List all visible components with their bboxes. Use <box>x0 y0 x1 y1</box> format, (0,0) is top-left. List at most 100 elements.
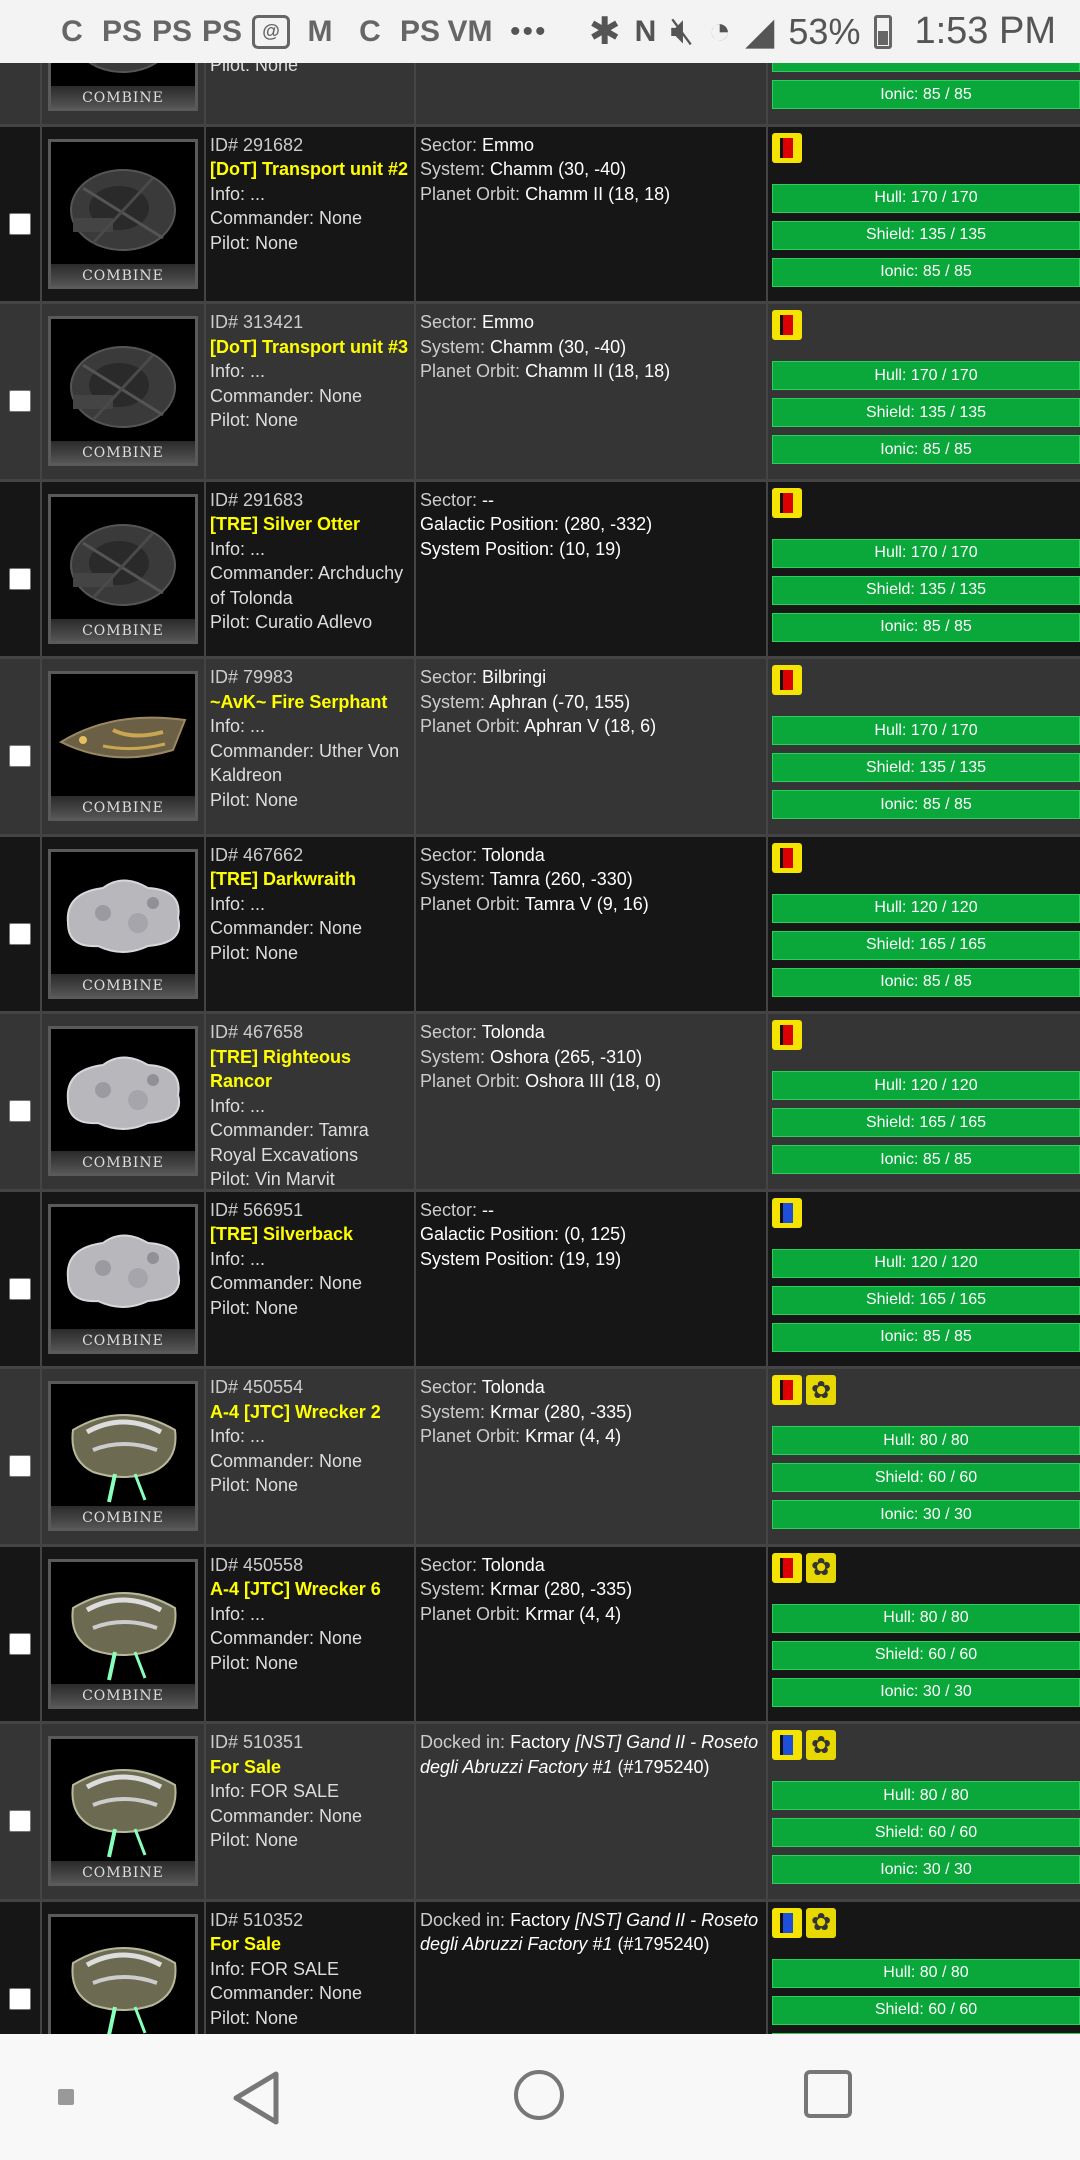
ship-stats-cell: ✿Hull: 80 / 80Shield: 60 / 60Ionic: 30 /… <box>768 1902 1080 2034</box>
planet-line: Planet Orbit: Aphran V (18, 6) <box>420 714 762 739</box>
system-label: System: <box>420 691 486 712</box>
planet-coords: (4, 4) <box>579 1426 622 1446</box>
door-closed-icon[interactable] <box>772 1552 802 1583</box>
ship-thumbnail[interactable]: COMBINE <box>48 316 198 467</box>
home-button[interactable] <box>514 2070 564 2120</box>
brand-label: COMBINE <box>82 622 164 639</box>
planet-coords: (4, 4) <box>579 1603 622 1624</box>
select-checkbox[interactable] <box>9 1987 31 2010</box>
ship-name-link[interactable]: For Sale <box>210 1932 410 1957</box>
brand-label: COMBINE <box>82 267 164 284</box>
ship-row[interactable]: COMBINE ID# 79983 ~AvK~ Fire Serphant Info:… <box>0 659 1080 837</box>
ship-thumbnail[interactable]: COMBINE <box>48 848 198 999</box>
select-checkbox[interactable] <box>9 1455 31 1478</box>
sector-line: Sector: Tolonda <box>420 1375 762 1400</box>
ship-thumbnail[interactable]: COMBINE <box>48 63 198 112</box>
hull-bar: Hull: 170 / 170 <box>772 716 1080 745</box>
battery-icon <box>874 14 893 49</box>
recents-button[interactable] <box>804 2070 852 2118</box>
ship-row[interactable]: COMBINE ID# 291681[DoT] Transport unit #1… <box>0 63 1080 127</box>
ship-row[interactable]: COMBINE ID# 450554 A-4 [JTC] Wrecker 2 Info… <box>0 1369 1080 1547</box>
door-closed-icon[interactable] <box>772 132 802 163</box>
ship-row[interactable]: COMBINE ID# 467662 [TRE] Darkwraith Info: .… <box>0 836 1080 1014</box>
select-checkbox[interactable] <box>9 1100 31 1123</box>
ship-name-link[interactable]: [TRE] Righteous Rancor <box>210 1045 410 1094</box>
door-open-icon[interactable] <box>772 1907 802 1938</box>
sector-value: Tolonda <box>481 1554 545 1575</box>
ship-row[interactable]: COMBINE ID# 450558 A-4 [JTC] Wrecker 6 Info… <box>0 1546 1080 1724</box>
sector-value: -- <box>482 1199 495 1220</box>
hull-bar: Hull: 170 / 170 <box>772 361 1080 390</box>
ship-pilot: Pilot: None <box>210 1297 299 1318</box>
door-open-icon[interactable] <box>772 1197 802 1228</box>
factory-label: Factory <box>510 1732 571 1752</box>
select-checkbox[interactable] <box>9 1632 31 1655</box>
ship-thumbnail[interactable]: COMBINE <box>48 1026 198 1177</box>
ship-row[interactable]: COMBINE ID# 510351 For Sale Info: FOR SALE C… <box>0 1724 1080 1902</box>
ship-row[interactable]: COMBINE ID# 566951 [TRE] Silverback Info: .… <box>0 1191 1080 1369</box>
door-closed-icon[interactable] <box>772 1375 802 1405</box>
ship-name-link[interactable]: [TRE] Silverback <box>210 1222 410 1247</box>
factory-icon[interactable]: ✿ <box>806 1552 836 1583</box>
select-checkbox[interactable] <box>9 567 31 590</box>
ship-row[interactable]: COMBINE ID# 510352For SaleInfo: FOR SALE C… <box>0 1901 1080 2034</box>
ionic-bar: Ionic: 30 / 30 <box>772 1855 1080 1884</box>
ship-name-link[interactable]: For Sale <box>210 1755 410 1780</box>
ship-info-cell: ID# 313421 [DoT] Transport unit #3 Info: .… <box>206 304 416 479</box>
system-line: System: Krmar (280, -335) <box>420 1577 762 1602</box>
ship-commander: Commander: None <box>210 918 363 938</box>
select-checkbox[interactable] <box>9 212 31 235</box>
menu-dot-icon[interactable] <box>58 2089 74 2105</box>
ship-action-icons <box>772 310 1080 346</box>
ship-thumbnail[interactable]: COMBINE <box>48 1736 198 1887</box>
select-checkbox[interactable] <box>9 1810 31 1833</box>
ship-name-link[interactable]: ~AvK~ Fire Serphant <box>210 690 410 715</box>
ship-info-cell: ID# 291681[DoT] Transport unit #1Info: .… <box>206 63 416 124</box>
ship-thumbnail[interactable]: COMBINE <box>48 138 198 289</box>
ship-thumbnail[interactable]: COMBINE <box>48 1203 198 1354</box>
door-closed-icon[interactable] <box>772 487 802 518</box>
ship-thumbnail[interactable]: COMBINE <box>48 671 198 822</box>
ship-name-link[interactable]: [TRE] Silver Otter <box>210 512 410 537</box>
ship-name-link[interactable]: [DoT] Transport unit #3 <box>210 335 410 360</box>
ship-name-link[interactable]: A-4 [JTC] Wrecker 6 <box>210 1577 410 1602</box>
ship-name-link[interactable]: [DoT] Transport unit #2 <box>210 157 410 182</box>
ship-thumbnail[interactable]: COMBINE <box>48 1913 198 2034</box>
ship-row[interactable]: COMBINE ID# 291683 [TRE] Silver Otter Info:… <box>0 481 1080 659</box>
sector-value: Bilbringi <box>482 667 547 687</box>
ionic-bar: Ionic: 85 / 85 <box>772 612 1080 642</box>
shield-bar: Shield: 135 / 135 <box>772 753 1080 782</box>
ship-name-link[interactable]: [TRE] Darkwraith <box>210 867 410 892</box>
ship-info: Info: ... <box>210 893 266 914</box>
door-closed-icon[interactable] <box>772 1020 802 1050</box>
door-closed-icon[interactable] <box>772 842 802 873</box>
ship-row[interactable]: COMBINE ID# 291682 [DoT] Transport unit #2… <box>0 126 1080 304</box>
ship-thumbnail[interactable]: COMBINE <box>48 493 198 644</box>
door-closed-icon[interactable] <box>772 310 802 340</box>
ship-thumbnail[interactable]: COMBINE <box>48 1558 198 1709</box>
system-label: System: <box>420 869 486 889</box>
factory-icon[interactable]: ✿ <box>806 1907 836 1938</box>
factory-icon[interactable]: ✿ <box>806 1730 836 1760</box>
select-checkbox[interactable] <box>9 1277 31 1300</box>
sector-line: Sector: -- <box>420 488 762 513</box>
select-checkbox[interactable] <box>9 745 31 768</box>
ship-info: Info: ... <box>210 1248 266 1269</box>
ship-list[interactable]: COMBINE ID# 291681[DoT] Transport unit #1… <box>0 63 1080 2034</box>
door-open-icon[interactable] <box>772 1730 802 1760</box>
ship-row[interactable]: COMBINE ID# 313421 [DoT] Transport unit #3… <box>0 304 1080 482</box>
ionic-bar: Ionic: 30 / 30 <box>772 1500 1080 1529</box>
select-cell <box>0 1014 42 1189</box>
galactic-value: (280, -332) <box>564 514 653 534</box>
factory-icon[interactable]: ✿ <box>806 1375 836 1405</box>
select-checkbox[interactable] <box>9 390 31 413</box>
ship-row[interactable]: COMBINE ID# 467658 [TRE] Righteous Rancor I… <box>0 1014 1080 1192</box>
ship-thumbnail[interactable]: COMBINE <box>48 1381 198 1532</box>
select-checkbox[interactable] <box>9 922 31 945</box>
planet-coords: (18, 18) <box>608 361 671 381</box>
back-button[interactable] <box>228 2070 288 2126</box>
syspos-value: (10, 19) <box>559 538 622 559</box>
ship-info-cell: ID# 450558 A-4 [JTC] Wrecker 6 Info: ... Co… <box>206 1546 416 1721</box>
ship-name-link[interactable]: A-4 [JTC] Wrecker 2 <box>210 1400 410 1425</box>
door-closed-icon[interactable] <box>772 665 802 695</box>
